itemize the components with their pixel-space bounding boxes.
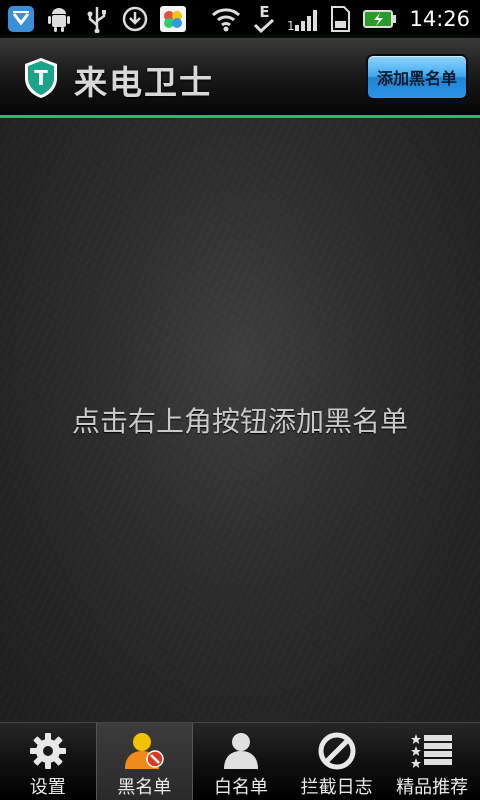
tab-recommend[interactable]: 精品推荐	[384, 723, 480, 800]
tab-whitelist-label: 白名单	[213, 777, 268, 798]
tab-block-log-label: 拦截日志	[300, 777, 373, 798]
shield-app-icon	[6, 4, 36, 34]
user-icon	[219, 731, 263, 771]
tab-blacklist-label: 黑名单	[117, 777, 172, 798]
bottom-nav: 设置 黑名单 白名单 拦截日志 精品推荐	[0, 722, 480, 800]
blacklist-content-area: 点击右上角按钮添加黑名单	[0, 118, 480, 722]
app-notification-icon	[158, 4, 188, 34]
data-sync-icon: E	[249, 4, 279, 34]
block-icon	[315, 731, 359, 771]
wifi-icon	[211, 4, 241, 34]
status-bar: E 1 14:26	[0, 0, 480, 38]
gear-icon	[26, 731, 70, 771]
empty-state-hint: 点击右上角按钮添加黑名单	[71, 405, 408, 438]
signal-icon: 1	[287, 4, 318, 34]
svg-text:1: 1	[287, 19, 295, 32]
tab-settings[interactable]: 设置	[0, 723, 96, 800]
battery-charging-icon	[363, 4, 397, 34]
tab-block-log[interactable]: 拦截日志	[289, 723, 385, 800]
status-time: 14:26	[409, 7, 470, 31]
sd-card-icon	[325, 4, 355, 34]
usb-icon	[82, 4, 112, 34]
logo-letter: T	[34, 66, 48, 90]
tab-blacklist[interactable]: 黑名单	[95, 723, 194, 800]
network-type-label: E	[259, 3, 270, 21]
tab-recommend-label: 精品推荐	[396, 777, 469, 798]
app-logo-icon: T	[22, 56, 60, 100]
add-blacklist-button[interactable]: 添加黑名单	[366, 54, 468, 100]
star-list-icon	[410, 731, 454, 771]
tab-whitelist[interactable]: 白名单	[193, 723, 289, 800]
blacklist-user-icon	[122, 731, 166, 771]
download-icon	[120, 4, 150, 34]
tab-settings-label: 设置	[29, 777, 66, 798]
android-debug-icon	[44, 4, 74, 34]
title-bar: T 来电卫士 添加黑名单	[0, 38, 480, 118]
page-title: 来电卫士	[74, 63, 214, 102]
